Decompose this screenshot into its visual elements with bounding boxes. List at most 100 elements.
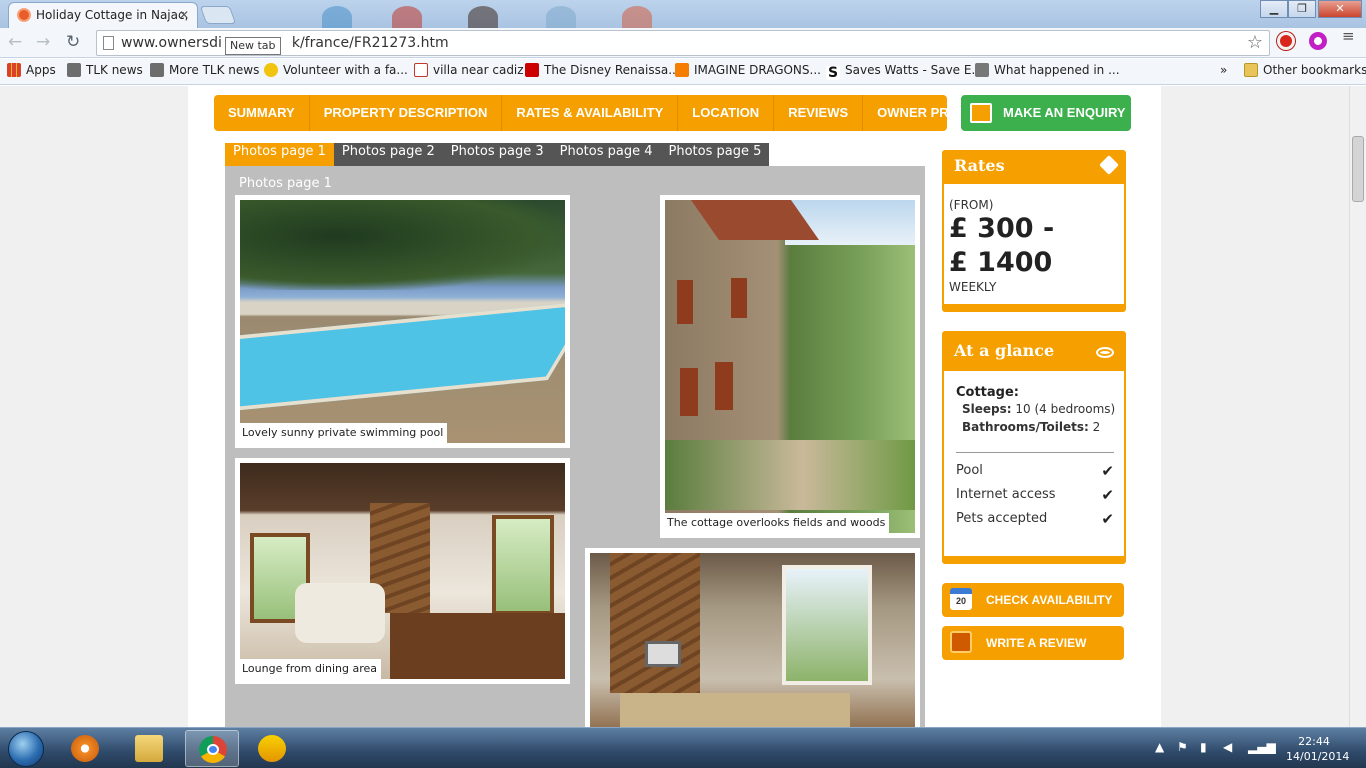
bookmark-tlk-news[interactable]: TLK news bbox=[67, 63, 143, 77]
photo-lounge[interactable]: Lounge from dining area bbox=[235, 458, 570, 684]
disney-favicon-icon bbox=[525, 63, 539, 77]
photo-cottage-view[interactable]: The cottage overlooks fields and woods bbox=[660, 195, 920, 538]
volume-icon[interactable]: ◀ bbox=[1223, 740, 1232, 754]
sun-favicon-icon bbox=[264, 63, 278, 77]
power-extension-icon[interactable] bbox=[1277, 32, 1295, 50]
shutter-shape bbox=[680, 368, 698, 416]
staircase-shape bbox=[610, 553, 700, 693]
scrollbar-thumb[interactable] bbox=[1352, 136, 1364, 202]
bookmark-disney[interactable]: The Disney Renaissa... bbox=[525, 63, 680, 77]
minimize-button[interactable]: ▁ bbox=[1260, 0, 1288, 18]
photo-tab-page-4[interactable]: Photos page 4 bbox=[552, 143, 661, 166]
nav-tab-location[interactable]: LOCATION bbox=[678, 95, 775, 131]
sleeps-label: Sleeps: bbox=[962, 402, 1012, 416]
nav-tab-reviews[interactable]: REVIEWS bbox=[774, 95, 864, 131]
french-door-shape bbox=[492, 515, 554, 615]
blurred-desktop-icon bbox=[322, 6, 352, 28]
tray-expand-icon[interactable]: ▲ bbox=[1155, 740, 1164, 754]
photo-swimming-pool[interactable]: Lovely sunny private swimming pool bbox=[235, 195, 570, 448]
blurred-desktop-icon bbox=[546, 6, 576, 28]
bookmark-volunteer[interactable]: Volunteer with a fa... bbox=[264, 63, 408, 77]
dining-table-shape bbox=[390, 613, 565, 679]
calendar-icon: 20 bbox=[950, 588, 972, 610]
check-availability-button[interactable]: 20 CHECK AVAILABILITY bbox=[942, 583, 1124, 617]
shutter-shape bbox=[715, 362, 733, 410]
property-type: Cottage: bbox=[956, 385, 1019, 400]
feature-pool: Pool ✔ bbox=[944, 459, 1124, 483]
bathrooms-label: Bathrooms/Toilets: bbox=[962, 420, 1089, 434]
rates-period: WEEKLY bbox=[949, 280, 997, 294]
page-content: SUMMARY PROPERTY DESCRIPTION RATES & AVA… bbox=[188, 86, 1161, 727]
bookmark-star-icon[interactable]: ☆ bbox=[1247, 32, 1263, 53]
rates-title: Rates bbox=[954, 156, 1005, 175]
taskbar-media-player[interactable] bbox=[58, 730, 112, 767]
make-enquiry-button[interactable]: MAKE AN ENQUIRY bbox=[961, 95, 1131, 131]
other-bookmarks-folder[interactable]: Other bookmarks bbox=[1244, 63, 1366, 77]
new-tab-button[interactable] bbox=[199, 6, 237, 24]
photo-tab-page-1[interactable]: Photos page 1 bbox=[225, 143, 334, 166]
folder-icon bbox=[1244, 63, 1258, 77]
apps-grid-icon bbox=[7, 63, 21, 77]
taskbar-audio-app[interactable] bbox=[245, 730, 299, 767]
tab-close-icon[interactable]: ✕ bbox=[179, 8, 189, 22]
close-window-button[interactable]: ✕ bbox=[1318, 0, 1362, 18]
divider bbox=[956, 452, 1114, 453]
reload-icon[interactable]: ↻ bbox=[66, 32, 80, 52]
browser-tab-active[interactable]: Holiday Cottage in Najac, ✕ bbox=[8, 2, 198, 28]
rates-header: Rates bbox=[944, 152, 1124, 184]
garden-path-shape bbox=[665, 440, 915, 510]
nav-tab-summary[interactable]: SUMMARY bbox=[214, 95, 310, 131]
windows-taskbar: ▲ ⚑ ▮ ◀ ▂▄▆ 22:44 14/01/2014 bbox=[0, 727, 1366, 768]
media-player-icon bbox=[71, 735, 99, 762]
bookmark-more-tlk-news[interactable]: More TLK news bbox=[150, 63, 259, 77]
write-review-button[interactable]: WRITE A REVIEW bbox=[942, 626, 1124, 660]
blogger-favicon-icon bbox=[675, 63, 689, 77]
dining-image bbox=[590, 553, 915, 727]
forward-arrow-icon[interactable]: → bbox=[36, 32, 50, 52]
glance-title: At a glance bbox=[954, 341, 1055, 360]
network-icon[interactable]: ▂▄▆ bbox=[1248, 740, 1276, 754]
taskbar-chrome[interactable] bbox=[185, 730, 239, 767]
browser-toolbar: ← → ↻ www.ownersdi k/france/FR21273.htm ☆… bbox=[0, 28, 1366, 58]
chrome-icon bbox=[199, 736, 227, 763]
maximize-button[interactable]: ❐ bbox=[1288, 0, 1316, 18]
page-favicon-icon bbox=[975, 63, 989, 77]
pool-image bbox=[240, 200, 565, 443]
start-button[interactable] bbox=[8, 731, 44, 767]
photo-tab-page-5[interactable]: Photos page 5 bbox=[661, 143, 770, 166]
system-clock[interactable]: 22:44 14/01/2014 bbox=[1286, 734, 1349, 764]
tab-title: Holiday Cottage in Najac, bbox=[36, 8, 189, 22]
page-icon bbox=[103, 36, 114, 50]
sofa-shape bbox=[295, 583, 385, 643]
url-text-end: k/france/FR21273.htm bbox=[291, 35, 449, 51]
photo-caption: Lovely sunny private swimming pool bbox=[240, 423, 448, 443]
back-arrow-icon[interactable]: ← bbox=[8, 32, 22, 52]
flag-icon[interactable]: ⚑ bbox=[1177, 740, 1188, 754]
taskbar-explorer[interactable] bbox=[122, 730, 176, 767]
rates-widget: Rates (FROM) £ 300 - £ 1400 WEEKLY bbox=[942, 150, 1126, 312]
bookmark-imagine-dragons[interactable]: IMAGINE DRAGONS... bbox=[675, 63, 821, 77]
bookmark-villa-cadiz[interactable]: villa near cadiz bbox=[414, 63, 524, 77]
bookmark-what-happened[interactable]: What happened in ... bbox=[975, 63, 1120, 77]
bookmark-saves-watts[interactable]: S Saves Watts - Save E... bbox=[826, 63, 983, 80]
photo-dining-room[interactable] bbox=[585, 548, 920, 727]
photo-gallery: Photos page 1 Lovely sunny private swimm… bbox=[225, 166, 925, 727]
property-navbar: SUMMARY PROPERTY DESCRIPTION RATES & AVA… bbox=[214, 95, 987, 131]
photo-tab-page-2[interactable]: Photos page 2 bbox=[334, 143, 443, 166]
menu-icon[interactable]: ≡ bbox=[1342, 29, 1358, 44]
shutter-shape bbox=[731, 278, 747, 318]
photo-tab-page-3[interactable]: Photos page 3 bbox=[443, 143, 552, 166]
bathrooms-row: Bathrooms/Toilets: 2 bbox=[944, 416, 1124, 434]
power-icon[interactable]: ▮ bbox=[1200, 740, 1207, 754]
vertical-scrollbar[interactable] bbox=[1349, 86, 1366, 727]
nav-tab-property-description[interactable]: PROPERTY DESCRIPTION bbox=[310, 95, 503, 131]
bookmarks-overflow-chevron-icon[interactable]: » bbox=[1220, 63, 1227, 77]
feature-pets: Pets accepted ✔ bbox=[944, 507, 1124, 531]
nav-tab-rates-availability[interactable]: RATES & AVAILABILITY bbox=[502, 95, 679, 131]
table-shape bbox=[620, 693, 850, 727]
clock-time: 22:44 bbox=[1298, 735, 1330, 748]
feature-internet: Internet access ✔ bbox=[944, 483, 1124, 507]
tlk-favicon-icon bbox=[67, 63, 81, 77]
bookmark-apps[interactable]: Apps bbox=[7, 63, 56, 77]
purple-extension-icon[interactable] bbox=[1309, 32, 1327, 50]
